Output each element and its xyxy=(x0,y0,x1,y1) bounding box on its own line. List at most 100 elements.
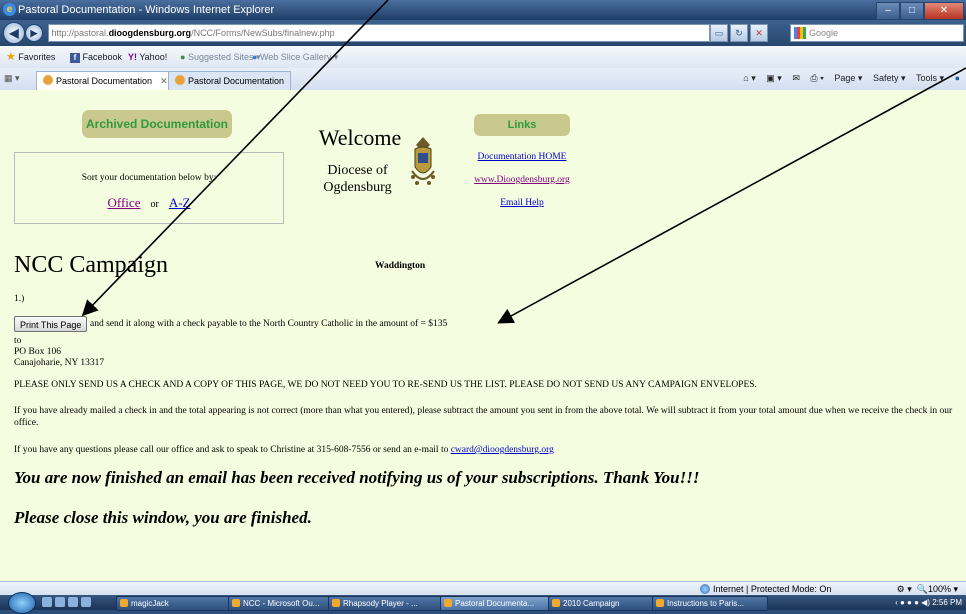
tab-close-icon[interactable]: ✕ xyxy=(160,76,168,86)
tab-pastoral-documentation[interactable]: Pastoral Documentation xyxy=(168,71,292,90)
minimize-button[interactable]: – xyxy=(876,2,900,20)
favorite-label: Suggested Sites ▾ xyxy=(187,52,261,62)
quick-tabs-icon[interactable]: ▦ ▾ xyxy=(4,73,20,84)
stop-icon[interactable]: ✕ xyxy=(750,24,768,42)
page-menu[interactable]: Page ▾ xyxy=(834,73,862,83)
page-title: NCC Campaign xyxy=(14,252,168,278)
print-page-button[interactable]: Print This Page xyxy=(14,316,88,332)
facebook-icon: f xyxy=(70,53,80,63)
page-icon xyxy=(175,75,185,85)
back-button[interactable]: ◀ xyxy=(3,22,25,44)
quick-launch-icon[interactable] xyxy=(68,597,78,607)
quick-launch-icon[interactable] xyxy=(42,597,52,607)
already-mailed-notice: If you have already mailed a check in an… xyxy=(14,406,953,428)
safety-menu[interactable]: Safety ▾ xyxy=(873,73,906,83)
links-button[interactable]: Links xyxy=(474,114,570,136)
taskbar-item[interactable]: 2010 Campaign xyxy=(548,596,664,611)
title-bar: e Pastoral Documentation - Windows Inter… xyxy=(0,0,966,20)
payment-instructions: and send it along with a check payable t… xyxy=(90,319,448,329)
favorites-label: Favorites xyxy=(18,52,56,62)
web-slice-icon: ● xyxy=(252,52,258,62)
window-title: Pastoral Documentation - Windows Interne… xyxy=(18,4,275,16)
mailing-address: to PO Box 106 Canajoharie, NY 13317 xyxy=(14,336,104,369)
url-path: /NCC/Forms/NewSubs/finalnew.php xyxy=(191,28,335,38)
diocese-line-2: Ogdensburg xyxy=(323,180,392,195)
tools-menu[interactable]: Tools ▾ xyxy=(916,73,944,83)
forward-button[interactable]: ▶ xyxy=(25,24,43,42)
close-button[interactable]: ✕ xyxy=(924,2,964,20)
print-icon[interactable]: ⎙ ▾ xyxy=(810,73,823,83)
favorite-suggested-sites[interactable]: ● Suggested Sites ▾ xyxy=(180,50,261,64)
url-prefix: http://pastoral. xyxy=(51,28,109,38)
diocese-line-1: Diocese of xyxy=(327,163,388,178)
sort-box: Sort your documentation below by: Office… xyxy=(14,152,284,224)
favorite-yahoo[interactable]: Y! Yahoo! xyxy=(128,50,167,64)
taskbar-item[interactable]: NCC - Microsoft Ou... xyxy=(228,596,344,611)
home-icon[interactable]: ⌂ ▾ xyxy=(743,73,755,83)
documentation-home-link[interactable]: Documentation HOME xyxy=(466,152,578,162)
globe-icon xyxy=(700,584,710,594)
taskbar-item[interactable]: Instructions to Paris... xyxy=(652,596,768,611)
tab-label: Pastoral Documentation xyxy=(56,76,153,86)
feeds-icon[interactable]: ▣ ▾ xyxy=(766,73,782,83)
taskbar-item[interactable]: magicJack xyxy=(116,596,232,611)
ie-logo-icon: e xyxy=(3,3,16,16)
taskbar: magicJack NCC - Microsoft Ou... Rhapsody… xyxy=(0,592,966,614)
sort-az-link[interactable]: A-Z xyxy=(169,195,191,210)
archived-documentation-button[interactable]: Archived Documentation xyxy=(82,110,232,138)
window-controls: – □ ✕ xyxy=(876,2,964,20)
address-bar[interactable]: http://pastoral.dioogdensburg.org/NCC/Fo… xyxy=(48,24,710,42)
favorites-button[interactable]: ★ Favorites xyxy=(6,50,55,64)
tab-pastoral-documentation-active[interactable]: Pastoral Documentation ✕ xyxy=(36,71,175,90)
favorite-label: Web Slice Gallery ▾ xyxy=(259,52,339,62)
start-button[interactable] xyxy=(8,592,36,614)
maximize-button[interactable]: □ xyxy=(900,2,924,20)
favorite-facebook[interactable]: f Facebook xyxy=(70,50,122,64)
favorite-label: Yahoo! xyxy=(139,52,168,62)
address-line-1: PO Box 106 xyxy=(14,347,61,357)
sort-or-text: or xyxy=(150,199,159,210)
welcome-heading: Welcome xyxy=(318,125,402,150)
navigation-bar: ◀ ▶ http://pastoral.dioogdensburg.org/NC… xyxy=(0,20,966,46)
clock[interactable]: 2:56 PM xyxy=(932,598,962,607)
page-icon xyxy=(43,75,53,85)
close-window-message: Please close this window, you are finish… xyxy=(14,508,312,527)
suggested-sites-icon: ● xyxy=(180,52,186,62)
command-bar: ⌂ ▾ ▣ ▾ ✉ ⎙ ▾ Page ▾ Safety ▾ Tools ▾ ● xyxy=(735,73,960,84)
refresh-icon[interactable]: ↻ xyxy=(730,24,748,42)
sort-label: Sort your documentation below by: xyxy=(81,173,217,183)
quick-launch-icon[interactable] xyxy=(55,597,65,607)
contact-text: If you have any questions please call ou… xyxy=(14,445,451,455)
system-tray: ‹ ● ● ● ◀) 2:56 PM xyxy=(895,598,962,607)
address-bar-icons: ▭ ↻ ✕ xyxy=(710,24,768,42)
email-help-link[interactable]: Email Help xyxy=(466,198,578,208)
check-only-notice: PLEASE ONLY SEND US A CHECK AND A COPY O… xyxy=(14,380,757,390)
star-icon: ★ xyxy=(6,51,16,63)
step-number: 1.) xyxy=(14,294,25,304)
taskbar-item-active[interactable]: Pastoral Documenta... xyxy=(440,596,556,611)
coat-of-arms-icon xyxy=(411,137,435,185)
help-icon[interactable]: ● xyxy=(955,73,960,83)
diocese-website-link[interactable]: www.Dioogdensburg.org xyxy=(466,175,578,185)
zoom-control[interactable]: ⚙ ▾ 🔍100% ▾ xyxy=(897,582,958,596)
contact-email-link[interactable]: cward@dioogdensburg.org xyxy=(451,445,554,455)
url-domain: dioogdensburg.org xyxy=(108,28,192,38)
security-zone[interactable]: Internet | Protected Mode: On xyxy=(700,582,831,596)
taskbar-item[interactable]: Rhapsody Player - ... xyxy=(328,596,444,611)
favorite-web-slice[interactable]: ● Web Slice Gallery ▾ xyxy=(252,50,338,64)
tab-bar: ▦ ▾ Pastoral Documentation ✕ Pastoral Doc… xyxy=(0,68,966,91)
search-placeholder: Google xyxy=(809,28,839,38)
finished-message: You are now finished an email has been r… xyxy=(14,468,700,487)
favorites-bar: ★ Favorites f Facebook Y! Yahoo! ● Sugge… xyxy=(0,46,966,69)
quick-launch-icon[interactable] xyxy=(81,597,91,607)
yahoo-icon: Y! xyxy=(128,52,137,62)
mail-icon[interactable]: ✉ xyxy=(792,73,800,83)
status-bar: Internet | Protected Mode: On ⚙ ▾ 🔍100% … xyxy=(0,581,966,596)
favorite-label: Facebook xyxy=(82,52,123,62)
search-input[interactable]: Google xyxy=(790,24,964,42)
contact-notice: If you have any questions please call ou… xyxy=(14,445,954,457)
quick-launch xyxy=(42,597,91,607)
sort-office-link[interactable]: Office xyxy=(108,195,141,210)
zone-label: Internet | Protected Mode: On xyxy=(713,584,832,594)
compatibility-icon[interactable]: ▭ xyxy=(710,24,728,42)
